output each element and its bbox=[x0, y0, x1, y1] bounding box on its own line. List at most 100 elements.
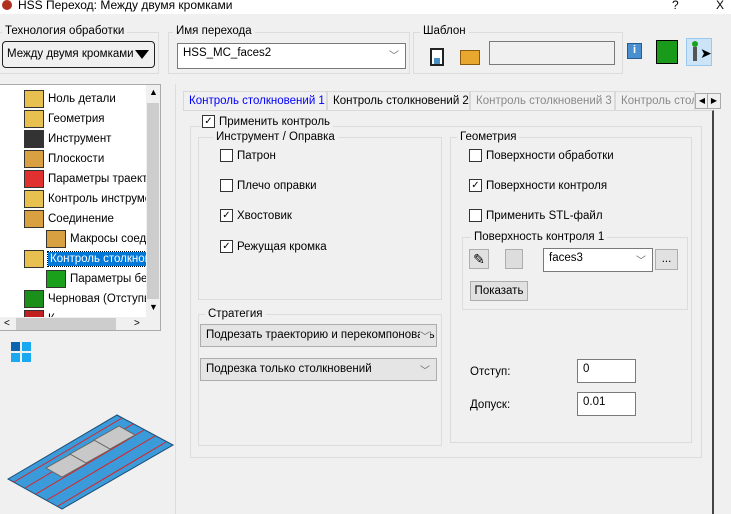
tree-item[interactable]: Ноль детали bbox=[24, 89, 116, 109]
tree-item[interactable]: Плоскости bbox=[24, 149, 104, 169]
checkbox-label: Режущая кромка bbox=[237, 240, 327, 253]
strategy-label: Стратегия bbox=[205, 308, 266, 320]
checkbox[interactable]: ✓ Хвостовик bbox=[220, 209, 292, 222]
horizontal-scrollbar[interactable]: < > bbox=[0, 317, 160, 330]
show-button[interactable]: Показать bbox=[470, 281, 528, 301]
control-surface-select[interactable]: faces3 ﹀ bbox=[543, 248, 653, 272]
tool-icon bbox=[24, 130, 44, 148]
tree-item[interactable]: Геометрия bbox=[24, 109, 104, 129]
tree-item[interactable]: Макросы соединения bbox=[46, 229, 160, 249]
checkbox-box bbox=[469, 149, 482, 162]
chevron-down-icon: ﹀ bbox=[420, 328, 430, 343]
step-name-label: Имя перехода bbox=[173, 25, 255, 37]
tab-collision-2[interactable]: Контроль столкновений 2 bbox=[327, 91, 470, 110]
tree-item[interactable]: Контроль столкновений bbox=[24, 249, 160, 269]
tab-collision-3[interactable]: Контроль столкновений 3 bbox=[470, 91, 615, 110]
scroll-left-arrow[interactable]: < bbox=[4, 318, 10, 329]
technology-value: Между двумя кромками bbox=[7, 48, 134, 60]
checkbox-label: Поверхности обработки bbox=[486, 149, 614, 162]
tree-item[interactable]: Параметры безопасности bbox=[46, 269, 160, 289]
tree-item[interactable]: Параметры траектории bbox=[24, 169, 160, 189]
tree-item-label: Контроль инструмента bbox=[48, 193, 161, 205]
strategy-select-1[interactable]: Подрезать траекторию и перекомпоновать ﹀ bbox=[200, 324, 437, 347]
title-bar: HSS Переход: Между двумя кромками ? X bbox=[0, 0, 731, 14]
tree-item[interactable]: Контроль инструмента bbox=[24, 189, 161, 209]
collision-icon bbox=[24, 250, 44, 268]
chevron-down-icon: ﹀ bbox=[389, 51, 399, 62]
tree-item[interactable]: Соединение bbox=[24, 209, 114, 229]
browse-button[interactable]: ... bbox=[655, 249, 678, 270]
link-macros-icon bbox=[46, 230, 66, 248]
app-icon bbox=[2, 0, 12, 10]
chevron-down-icon: ﹀ bbox=[636, 256, 646, 267]
tool-control-icon bbox=[24, 190, 44, 208]
chevron-down-icon: ﹀ bbox=[420, 366, 430, 377]
tolerance-label: Допуск: bbox=[470, 399, 511, 411]
open-folder-icon[interactable] bbox=[460, 50, 480, 65]
save-icon[interactable] bbox=[430, 48, 444, 66]
checkbox-box: ✓ bbox=[220, 209, 233, 222]
strategy-select-2[interactable]: Подрезка только столкновений ﹀ bbox=[200, 358, 437, 381]
offset-value: 0 bbox=[583, 363, 590, 375]
scroll-thumb-h[interactable] bbox=[16, 318, 116, 330]
strategy-option2: Подрезка только столкновений bbox=[206, 363, 372, 375]
offset-label: Отступ: bbox=[470, 366, 511, 378]
tree-item-label: Соединение bbox=[48, 213, 114, 225]
tool-cursor-icon[interactable]: ➤ bbox=[686, 38, 712, 66]
step-name-value: HSS_MC_faces2 bbox=[183, 47, 272, 59]
tree-item[interactable]: Инструмент bbox=[24, 129, 111, 149]
help-button[interactable]: ? bbox=[672, 0, 679, 12]
checkbox[interactable]: ✓ Режущая кромка bbox=[220, 240, 327, 253]
four-views-icon[interactable] bbox=[11, 342, 31, 362]
checkbox-label: Хвостовик bbox=[237, 209, 292, 222]
tree-item[interactable]: Черновая (Отступы) bbox=[24, 289, 156, 309]
strategy-option1: Подрезать траекторию и перекомпоновать bbox=[206, 329, 435, 341]
tree-item-label: Плоскости bbox=[48, 153, 105, 165]
edit-pencil-button[interactable]: ✎ bbox=[469, 249, 489, 269]
new-document-button[interactable] bbox=[505, 249, 523, 269]
scroll-down-arrow[interactable]: ▼ bbox=[149, 302, 158, 312]
checkbox[interactable]: Поверхности обработки bbox=[469, 149, 614, 162]
tree-item-label: Черновая (Отступы) bbox=[48, 293, 157, 305]
close-button[interactable]: X bbox=[716, 0, 724, 12]
apply-control-checkbox[interactable]: ✓ Применить контроль bbox=[202, 115, 334, 128]
checkbox[interactable]: Применить STL-файл bbox=[469, 209, 603, 222]
control-surface-label: Поверхность контроля 1 bbox=[471, 231, 608, 243]
info-icon[interactable]: i bbox=[627, 43, 642, 59]
checkbox-box: ✓ bbox=[469, 179, 482, 192]
scroll-thumb[interactable] bbox=[147, 103, 159, 299]
checkbox-label: Патрон bbox=[237, 149, 276, 162]
triangle-down-icon bbox=[135, 50, 149, 59]
checkbox[interactable]: Плечо оправки bbox=[220, 179, 317, 192]
technology-select[interactable]: Между двумя кромками bbox=[2, 41, 155, 68]
scroll-right-arrow[interactable]: > bbox=[134, 318, 140, 329]
tree-item-label: Геометрия bbox=[48, 113, 105, 125]
tree-view[interactable]: Ноль детали Геометрия Инструмент Плоскости П… bbox=[0, 84, 161, 331]
checkbox-label: Применить STL-файл bbox=[486, 209, 603, 222]
checkbox-label: Поверхности контроля bbox=[486, 179, 608, 192]
tab-scroll-right[interactable]: ▶ bbox=[707, 93, 721, 109]
tolerance-input[interactable]: 0.01 bbox=[577, 392, 636, 416]
checkbox[interactable]: ✓ Поверхности контроля bbox=[469, 179, 607, 192]
checkbox[interactable]: Патрон bbox=[220, 149, 276, 162]
tree-item-label: Инструмент bbox=[48, 133, 112, 145]
vertical-scrollbar[interactable]: ▲ ▼ bbox=[146, 85, 160, 317]
tab-collision-4[interactable]: Контроль столкновений 4 bbox=[615, 91, 695, 110]
checkbox-box bbox=[220, 179, 233, 192]
link-icon bbox=[24, 210, 44, 228]
safety-icon bbox=[46, 270, 66, 288]
template-field[interactable] bbox=[489, 41, 615, 65]
tab-collision-1[interactable]: Контроль столкновений 1 bbox=[183, 91, 327, 110]
view-toolpath-icon[interactable] bbox=[656, 40, 678, 64]
template-label: Шаблон bbox=[420, 25, 469, 37]
geometry-icon bbox=[24, 110, 44, 128]
offset-input[interactable]: 0 bbox=[577, 359, 636, 383]
checkbox-box: ✓ bbox=[220, 240, 233, 253]
apply-control-label: Применить контроль bbox=[219, 115, 331, 128]
scroll-up-arrow[interactable]: ▲ bbox=[149, 87, 158, 97]
tool-holder-label: Инструмент / Оправка bbox=[213, 131, 338, 143]
geometry-label: Геометрия bbox=[457, 131, 520, 143]
step-name-input[interactable]: HSS_MC_faces2 ﹀ bbox=[177, 43, 406, 69]
roughing-icon bbox=[24, 290, 44, 308]
toolpath-params-icon bbox=[24, 170, 44, 188]
